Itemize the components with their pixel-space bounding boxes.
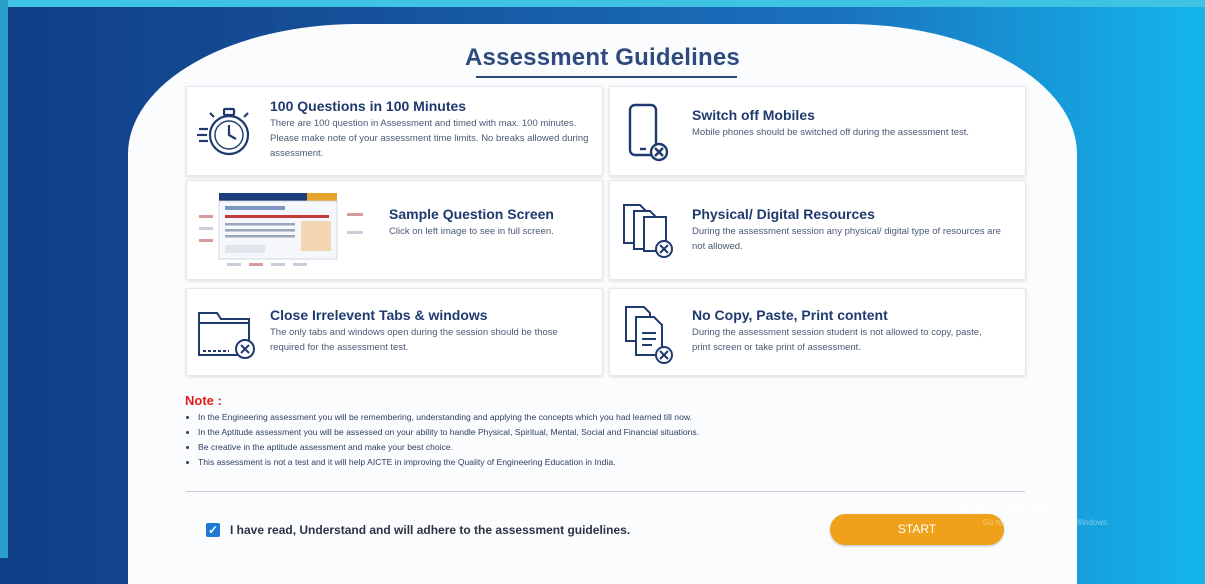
note-item: In the Aptitude assessment you will be a… — [198, 425, 1058, 440]
guideline-heading: Close Irrelevent Tabs & windows — [270, 307, 488, 323]
guideline-text: During the assessment session any physic… — [692, 226, 1001, 252]
guideline-heading: Switch off Mobiles — [692, 107, 815, 123]
documents-off-icon — [623, 204, 673, 258]
guideline-text: Click on left image to see in full scree… — [389, 226, 554, 237]
note-list: In the Engineering assessment you will b… — [184, 410, 1058, 470]
guideline-heading: Sample Question Screen — [389, 206, 554, 222]
start-button[interactable]: START — [830, 514, 1004, 545]
no-copy-icon — [625, 306, 673, 364]
guideline-card-sample-screen: Sample Question Screen Click on left ima… — [186, 180, 603, 280]
left-accent-band — [0, 0, 8, 558]
guideline-card-tabs: Close Irrelevent Tabs & windows The only… — [186, 288, 603, 376]
page-title: Assessment Guidelines — [465, 44, 740, 71]
agreement-checkbox[interactable]: ✓ — [206, 523, 220, 537]
activation-watermark-subtitle: Go to Settings to activate Windows. — [983, 518, 1110, 527]
divider — [186, 491, 1025, 492]
guideline-heading: Physical/ Digital Resources — [692, 206, 875, 222]
guideline-text: The only tabs and windows open during th… — [270, 327, 558, 353]
note-label: Note : — [185, 393, 222, 408]
guideline-text: Mobile phones should be switched off dur… — [692, 127, 970, 138]
activation-watermark-title: Activate Windows — [957, 498, 1060, 513]
sample-screen-thumbnail[interactable] — [197, 191, 379, 271]
guideline-card-time: 100 Questions in 100 Minutes There are 1… — [186, 86, 603, 176]
guideline-card-resources: Physical/ Digital Resources During the a… — [609, 180, 1026, 280]
guideline-text: During the assessment session student is… — [692, 327, 982, 353]
agreement-label[interactable]: I have read, Understand and will adhere … — [230, 523, 630, 537]
guideline-heading: 100 Questions in 100 Minutes — [270, 98, 467, 114]
note-item: This assessment is not a test and it wil… — [198, 455, 1058, 470]
stopwatch-icon — [197, 107, 250, 156]
guideline-card-copy: No Copy, Paste, Print content During the… — [609, 288, 1026, 376]
mobile-off-icon — [628, 103, 669, 162]
folder-close-icon — [198, 312, 255, 359]
guideline-card-mobiles: Switch off Mobiles Mobile phones should … — [609, 86, 1026, 176]
title-underline — [476, 76, 737, 78]
note-item: Be creative in the aptitude assessment a… — [198, 440, 1058, 455]
note-item: In the Engineering assessment you will b… — [198, 410, 1058, 425]
guideline-text: There are 100 question in Assessment and… — [270, 118, 589, 159]
top-accent-line — [0, 0, 1205, 7]
guideline-heading: No Copy, Paste, Print content — [692, 307, 888, 323]
